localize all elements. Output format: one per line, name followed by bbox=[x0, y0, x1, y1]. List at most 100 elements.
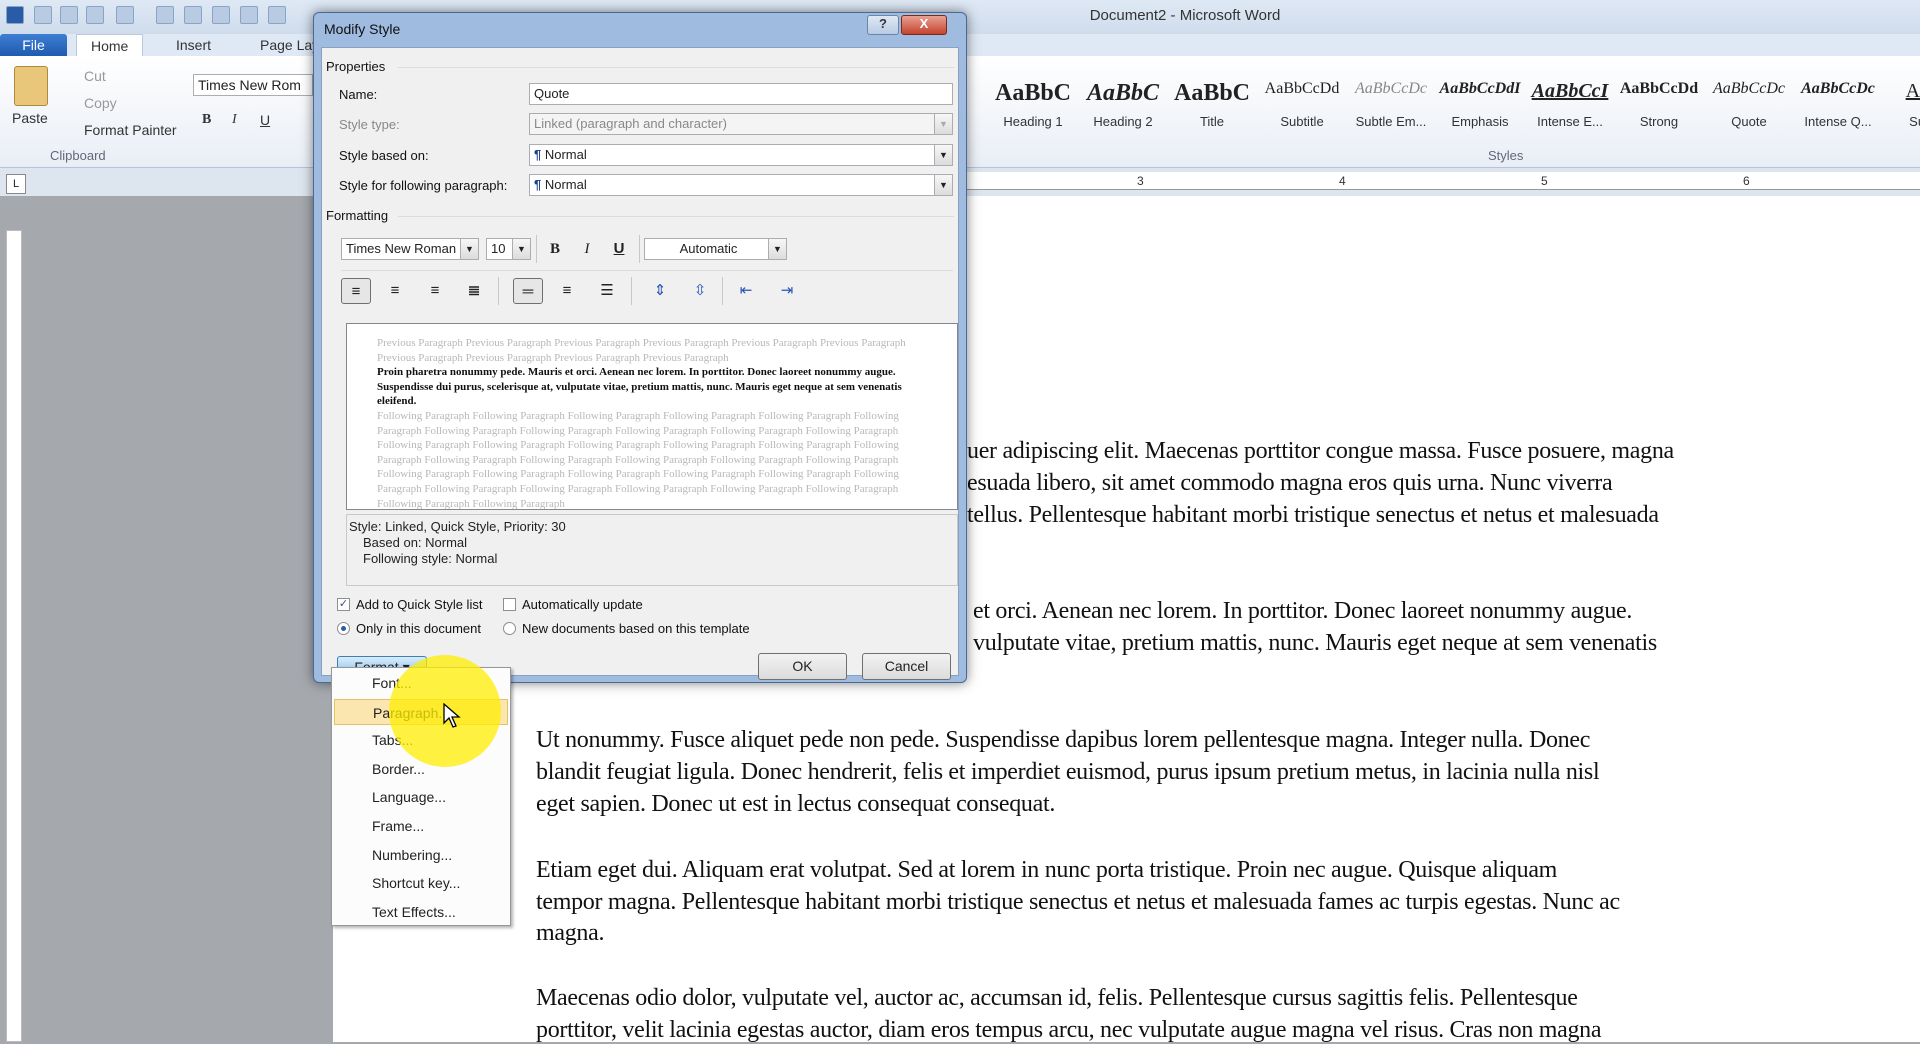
vertical-ruler[interactable] bbox=[6, 230, 22, 1042]
preview-following-paragraph: Following Paragraph Following Paragraph … bbox=[377, 409, 899, 510]
separator bbox=[722, 277, 723, 305]
help-button[interactable]: ? bbox=[867, 15, 899, 35]
auto-update-label[interactable]: Automatically update bbox=[522, 597, 643, 612]
close-button[interactable]: X bbox=[901, 15, 947, 35]
based-on-select[interactable]: ¶ Normal ▼ bbox=[529, 144, 953, 166]
chevron-down-icon[interactable]: ▼ bbox=[934, 175, 952, 195]
divider bbox=[398, 216, 954, 217]
chevron-down-icon[interactable]: ▼ bbox=[512, 239, 530, 259]
only-this-document-label[interactable]: Only in this document bbox=[356, 621, 481, 636]
increase-paragraph-spacing-icon[interactable]: ⇕ bbox=[645, 278, 675, 304]
properties-label: Properties bbox=[326, 59, 386, 74]
format-menu-item[interactable]: Shortcut key... bbox=[334, 870, 508, 896]
align-left-icon[interactable]: ≡ bbox=[341, 278, 371, 304]
increase-indent-icon[interactable]: ⇥ bbox=[772, 278, 802, 304]
document-line: esuada libero, sit amet commodo magna er… bbox=[967, 470, 1613, 496]
chevron-down-icon[interactable]: ▼ bbox=[768, 239, 786, 259]
style-sample: AaBbCcDdI bbox=[1439, 80, 1521, 97]
single-spacing-icon[interactable]: ═ bbox=[513, 278, 543, 304]
name-label: Name: bbox=[339, 87, 378, 102]
cancel-button[interactable]: Cancel bbox=[862, 653, 951, 680]
bold-button[interactable]: B bbox=[540, 236, 570, 262]
cut-button[interactable]: Cut bbox=[84, 68, 106, 84]
style-gallery-item[interactable]: AaBbCcDc Quote bbox=[1705, 80, 1793, 129]
style-gallery-item[interactable]: AaBbC Title bbox=[1168, 80, 1256, 129]
double-spacing-icon[interactable]: ☰ bbox=[592, 278, 622, 304]
document-line: vulputate vitae, pretium mattis, nunc. M… bbox=[973, 630, 1657, 656]
style-label: Heading 2 bbox=[1093, 114, 1153, 129]
style-gallery-item[interactable]: AaB Subtl bbox=[1880, 80, 1920, 129]
paste-icon[interactable] bbox=[14, 66, 48, 106]
paste-button[interactable]: Paste bbox=[12, 110, 48, 126]
one-half-spacing-icon[interactable]: ≡ bbox=[552, 278, 582, 304]
underline-button[interactable]: U bbox=[260, 112, 270, 128]
format-painter-button[interactable]: Format Painter bbox=[84, 122, 177, 138]
separator bbox=[536, 235, 537, 263]
style-gallery-item[interactable]: AaBbCcDd Strong bbox=[1615, 80, 1703, 129]
style-gallery-item[interactable]: AaBbCcDd Subtitle bbox=[1258, 80, 1346, 129]
ruler-number: 6 bbox=[1743, 174, 1750, 188]
only-this-document-radio[interactable] bbox=[337, 622, 350, 635]
underline-button[interactable]: U bbox=[604, 236, 634, 262]
add-quick-style-checkbox[interactable]: ✓ bbox=[337, 598, 350, 611]
auto-update-checkbox[interactable] bbox=[503, 598, 516, 611]
following-label: Style for following paragraph: bbox=[339, 178, 508, 193]
style-label: Emphasis bbox=[1451, 114, 1509, 129]
style-sample: AaBbCcDd bbox=[1619, 80, 1699, 97]
italic-button[interactable]: I bbox=[232, 112, 237, 128]
style-label: Strong bbox=[1639, 114, 1679, 129]
ok-button[interactable]: OK bbox=[758, 653, 847, 680]
document-line: tellus. Pellentesque habitant morbi tris… bbox=[967, 502, 1659, 528]
document-line: uer adipiscing elit. Maecenas porttitor … bbox=[967, 438, 1674, 464]
following-select[interactable]: ¶ Normal ▼ bbox=[529, 174, 953, 196]
format-menu-item[interactable]: Text Effects... bbox=[334, 899, 508, 925]
font-color-select[interactable]: Automatic ▼ bbox=[644, 238, 787, 260]
style-gallery-item[interactable]: AaBbCcI Intense E... bbox=[1526, 80, 1614, 129]
copy-button[interactable]: Copy bbox=[84, 95, 117, 111]
description-line: Style: Linked, Quick Style, Priority: 30 bbox=[349, 519, 566, 534]
style-type-select: Linked (paragraph and character) ▼ bbox=[529, 113, 953, 135]
format-menu-item[interactable]: Frame... bbox=[334, 813, 508, 839]
chevron-down-icon[interactable]: ▼ bbox=[934, 145, 952, 165]
chevron-down-icon[interactable]: ▼ bbox=[460, 239, 478, 259]
tab-file[interactable]: File bbox=[0, 34, 67, 56]
styles-group-label: Styles bbox=[1488, 148, 1524, 163]
style-label: Heading 1 bbox=[1003, 114, 1063, 129]
new-documents-label[interactable]: New documents based on this template bbox=[522, 621, 750, 636]
document-line: Maecenas odio dolor, vulputate vel, auct… bbox=[536, 985, 1578, 1011]
tab-insert[interactable]: Insert bbox=[162, 34, 225, 56]
style-gallery-item[interactable]: AaBbCcDc Subtle Em... bbox=[1347, 80, 1435, 129]
style-label: Quote bbox=[1731, 114, 1767, 129]
font-name-box[interactable]: Times New Rom bbox=[193, 74, 313, 96]
style-gallery-item[interactable]: AaBbCcDc Intense Q... bbox=[1794, 80, 1882, 129]
align-right-icon[interactable]: ≡ bbox=[420, 278, 450, 304]
style-gallery-item[interactable]: AaBbC Heading 2 bbox=[1079, 80, 1167, 129]
size-select[interactable]: 10 ▼ bbox=[486, 238, 531, 260]
align-center-icon[interactable]: ≡ bbox=[380, 278, 410, 304]
style-description: Style: Linked, Quick Style, Priority: 30… bbox=[346, 514, 958, 586]
add-quick-style-label[interactable]: Add to Quick Style list bbox=[356, 597, 482, 612]
document-line: Etiam eget dui. Aliquam erat volutpat. S… bbox=[536, 857, 1558, 883]
format-menu-item[interactable]: Numbering... bbox=[334, 842, 508, 868]
justify-icon[interactable]: ≣ bbox=[459, 278, 489, 304]
italic-button[interactable]: I bbox=[572, 236, 602, 262]
style-label: Intense E... bbox=[1537, 114, 1603, 129]
modify-style-dialog: Modify Style ? X Properties Name: Quote … bbox=[313, 12, 967, 683]
document-line: et orci. Aenean nec lorem. In porttitor.… bbox=[973, 598, 1633, 624]
based-on-label: Style based on: bbox=[339, 148, 429, 163]
style-gallery-item[interactable]: AaBbC Heading 1 bbox=[989, 80, 1077, 129]
tab-selector[interactable]: L bbox=[6, 174, 26, 194]
decrease-indent-icon[interactable]: ⇤ bbox=[731, 278, 761, 304]
ruler-number: 3 bbox=[1137, 174, 1144, 188]
style-sample: AaBbCcDd bbox=[1264, 80, 1340, 97]
format-menu-item[interactable]: Language... bbox=[334, 784, 508, 810]
new-documents-radio[interactable] bbox=[503, 622, 516, 635]
style-type-value: Linked (paragraph and character) bbox=[534, 116, 727, 131]
style-gallery-item[interactable]: AaBbCcDdI Emphasis bbox=[1436, 80, 1524, 129]
font-select[interactable]: Times New Roman ▼ bbox=[341, 238, 479, 260]
tab-home[interactable]: Home bbox=[76, 34, 144, 56]
bold-button[interactable]: B bbox=[202, 112, 211, 128]
decrease-paragraph-spacing-icon[interactable]: ⇳ bbox=[685, 278, 715, 304]
separator bbox=[498, 277, 499, 305]
name-input[interactable]: Quote bbox=[529, 83, 953, 105]
